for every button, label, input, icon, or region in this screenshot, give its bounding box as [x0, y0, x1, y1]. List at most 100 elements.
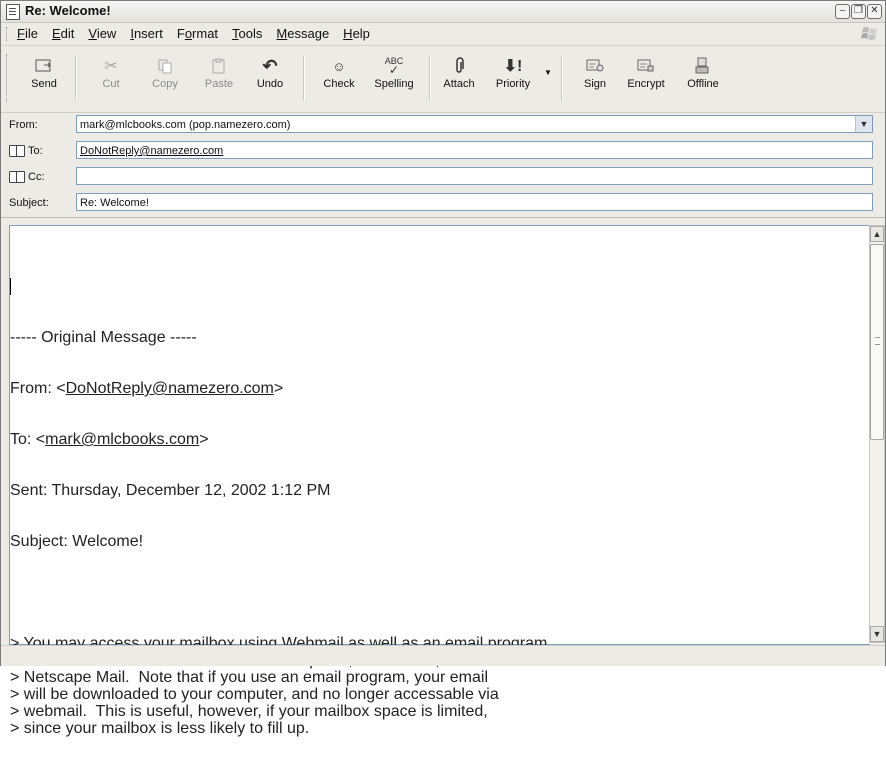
maximize-button[interactable]: ❐	[851, 4, 866, 19]
title-bar: Re: Welcome! – ❐ ✕	[1, 1, 885, 23]
spelling-button[interactable]: ABC ✓ Spelling	[371, 54, 417, 91]
encrypt-button[interactable]: Encrypt	[621, 54, 671, 90]
quoted-line: > since your mailbox is less likely to f…	[10, 720, 310, 737]
address-book-icon	[9, 171, 25, 183]
menu-help[interactable]: Help	[343, 26, 370, 41]
menu-grip	[6, 27, 10, 41]
menu-insert[interactable]: Insert	[130, 26, 163, 41]
cc-label: Cc:	[28, 171, 45, 183]
undo-icon: ↶	[262, 55, 278, 76]
send-icon	[23, 54, 65, 78]
scroll-up-button[interactable]: ▲	[870, 226, 884, 242]
compose-window: Re: Welcome! – ❐ ✕ File Edit View Insert For…	[0, 0, 886, 737]
chevron-down-icon[interactable]: ▼	[855, 116, 872, 132]
toolbar-separator	[303, 56, 304, 100]
scissors-icon: ✂	[104, 58, 118, 75]
menu-message[interactable]: Message	[276, 26, 329, 41]
priority-icon: ⬇!	[503, 58, 523, 75]
check-label: Check	[323, 78, 355, 90]
menu-edit[interactable]: Edit	[52, 26, 74, 41]
to-label: To:	[28, 145, 43, 157]
menu-tools[interactable]: Tools	[232, 26, 262, 41]
spelling-label: Spelling	[374, 78, 414, 90]
encrypt-icon	[621, 54, 671, 78]
menu-file[interactable]: File	[17, 26, 38, 41]
copy-icon	[145, 54, 185, 78]
priority-button[interactable]: ⬇! Priority	[491, 54, 535, 90]
minimize-button[interactable]: –	[835, 4, 850, 19]
cut-label: Cut	[102, 78, 120, 90]
subject-field[interactable]: Re: Welcome!	[76, 193, 873, 211]
toolbar-separator	[429, 56, 430, 100]
menu-format[interactable]: Format	[177, 26, 218, 41]
cc-row: Cc:	[1, 165, 885, 191]
paste-icon	[197, 54, 241, 78]
original-sent-line: Sent: Thursday, December 12, 2002 1:12 P…	[10, 482, 331, 499]
copy-label: Copy	[152, 78, 178, 90]
scroll-down-button[interactable]: ▼	[870, 626, 884, 642]
to-field[interactable]: DoNotReply@namezero.com	[76, 141, 873, 159]
offline-button[interactable]: Offline	[683, 54, 723, 90]
send-label: Send	[31, 78, 57, 90]
check-names-icon: ☺	[332, 58, 346, 74]
paste-label: Paste	[204, 78, 234, 90]
original-to-email-link[interactable]: mark@mlcbooks.com	[45, 431, 199, 448]
message-icon	[6, 4, 20, 20]
message-headers: From: mark@mlcbooks.com (pop.namezero.co…	[1, 113, 885, 218]
close-button[interactable]: ✕	[867, 4, 882, 19]
quoted-line: > will be downloaded to your computer, a…	[10, 686, 499, 703]
vertical-scrollbar[interactable]: ▲ ▼	[869, 225, 885, 643]
priority-dropdown-arrow[interactable]: ▼	[543, 66, 553, 78]
original-from-line: From: <DoNotReply@namezero.com>	[10, 380, 547, 397]
chevron-down-icon: ▼	[544, 68, 552, 77]
offline-label: Offline	[687, 78, 719, 90]
menu-items: File Edit View Insert Format Tools Message Help	[17, 26, 384, 41]
copy-button[interactable]: Copy	[145, 54, 185, 90]
message-body-text: ----- Original Message ----- From: <DoNo…	[10, 244, 547, 771]
cc-label-group[interactable]: Cc:	[9, 171, 45, 183]
scroll-thumb[interactable]	[870, 244, 884, 440]
original-from-email-link[interactable]: DoNotReply@namezero.com	[66, 380, 274, 397]
quoted-line: > webmail. This is useful, however, if y…	[10, 703, 488, 720]
text-caret	[10, 278, 11, 295]
from-value: mark@mlcbooks.com (pop.namezero.com)	[80, 119, 291, 131]
paperclip-icon	[439, 54, 479, 78]
check-button[interactable]: ☺ Check	[319, 54, 359, 91]
cut-button[interactable]: ✂ Cut	[95, 54, 127, 90]
from-row: From: mark@mlcbooks.com (pop.namezero.co…	[1, 113, 885, 139]
from-select[interactable]: mark@mlcbooks.com (pop.namezero.com) ▼	[76, 115, 873, 133]
original-subject-line: Subject: Welcome!	[10, 533, 144, 550]
send-button[interactable]: Send	[23, 54, 65, 90]
paste-button[interactable]: Paste	[197, 54, 241, 90]
menu-bar: File Edit View Insert Format Tools Message Help	[1, 23, 885, 46]
message-body[interactable]: ----- Original Message ----- From: <DoNo…	[9, 225, 870, 737]
toolbar: Send ✂ Cut Copy Paste ↶ Undo ☺ Check ABC…	[1, 46, 885, 113]
cc-field[interactable]	[76, 167, 873, 185]
original-from-prefix: From: <	[10, 380, 66, 397]
window-title: Re: Welcome!	[25, 3, 111, 18]
windows-logo-icon	[861, 27, 877, 40]
address-book-icon	[9, 145, 25, 157]
from-label: From:	[9, 119, 38, 131]
sign-icon	[579, 54, 611, 78]
subject-value: Re: Welcome!	[80, 197, 149, 209]
undo-label: Undo	[256, 78, 284, 90]
attach-label: Attach	[443, 78, 475, 90]
original-to-line: To: <mark@mlcbooks.com>	[10, 431, 547, 448]
toolbar-separator	[561, 56, 562, 100]
original-to-suffix: >	[199, 431, 209, 448]
priority-label: Priority	[495, 78, 531, 90]
to-label-group[interactable]: To:	[9, 145, 43, 157]
spelling-icon: ABC ✓	[384, 56, 404, 77]
attach-button[interactable]: Attach	[439, 54, 479, 90]
status-bar	[1, 645, 885, 666]
menu-view[interactable]: View	[88, 26, 116, 41]
original-message-header: ----- Original Message -----	[10, 329, 197, 346]
undo-button[interactable]: ↶ Undo	[251, 54, 289, 91]
sign-button[interactable]: Sign	[579, 54, 611, 90]
toolbar-grip	[6, 54, 10, 102]
to-row: To: DoNotReply@namezero.com	[1, 139, 885, 165]
toolbar-separator	[75, 56, 76, 100]
sign-label: Sign	[583, 78, 607, 90]
